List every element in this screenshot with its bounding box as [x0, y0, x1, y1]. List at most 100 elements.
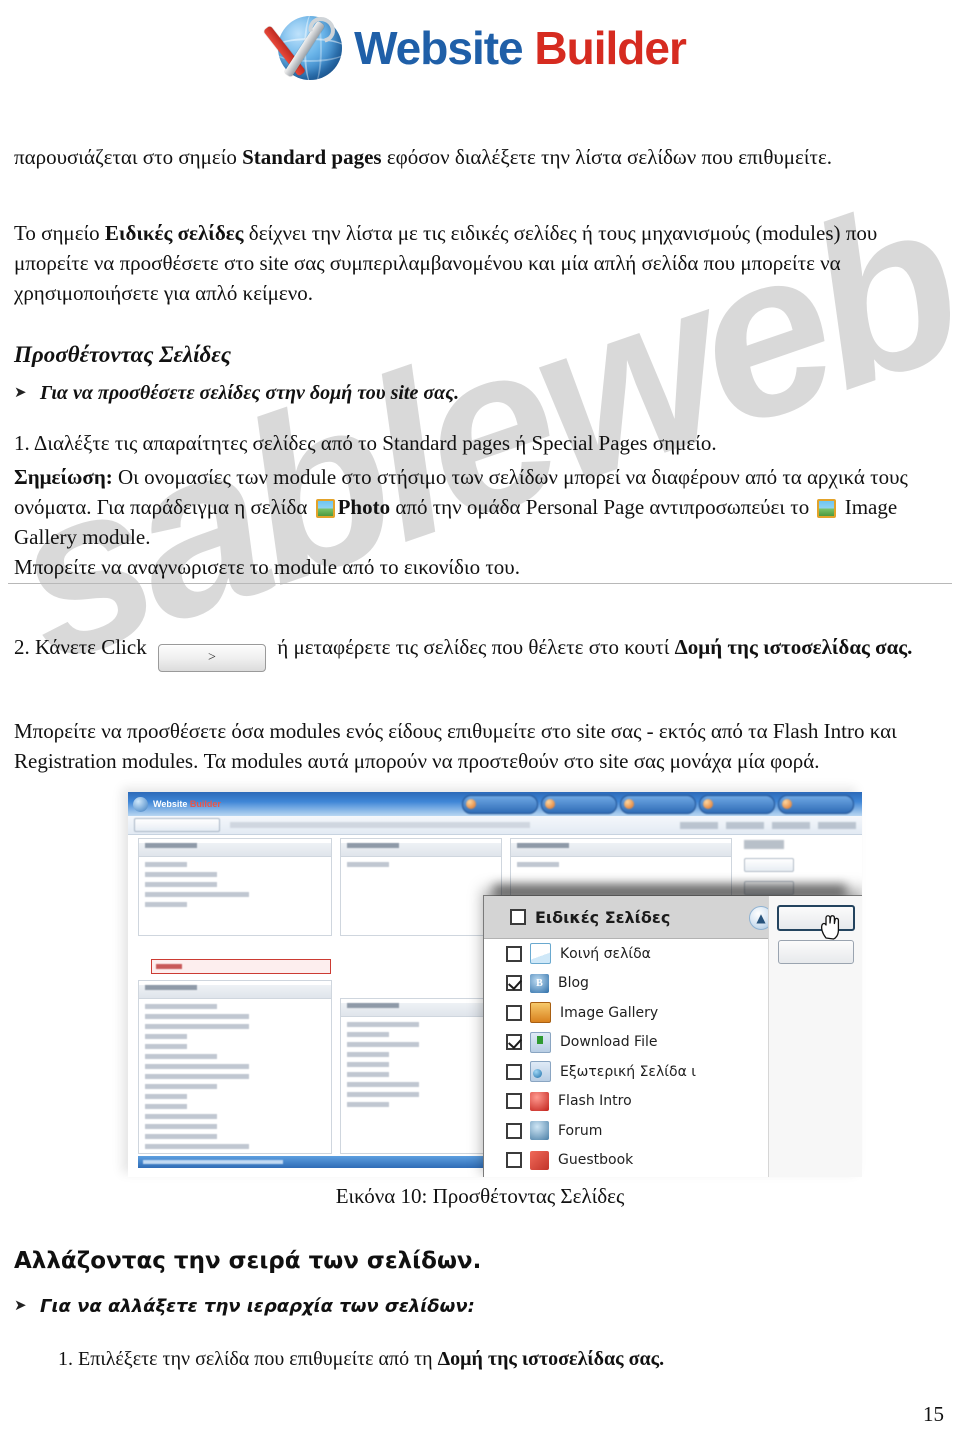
panel-row — [145, 1074, 249, 1079]
checkbox-blog[interactable] — [506, 975, 522, 992]
highlighted-page-row[interactable] — [151, 959, 331, 974]
app-toolbar-button[interactable] — [134, 818, 220, 832]
screenshot-inner: Website Builder Ειδικές Σελίδες ▲ Κοινή … — [128, 792, 862, 1177]
app-tab-5[interactable] — [778, 794, 854, 814]
panel-select-2[interactable] — [145, 1094, 187, 1099]
panel-row — [145, 1014, 249, 1019]
panel-row[interactable] — [347, 1052, 389, 1057]
app-tab-3[interactable] — [620, 794, 696, 814]
side-buttons-label — [744, 840, 784, 849]
app-title-bar: Website Builder — [128, 792, 862, 816]
logo-header: Website Builder — [0, 0, 960, 95]
panel-row[interactable] — [347, 1082, 419, 1087]
special-bold-label: Ειδικές σελίδες — [104, 221, 244, 245]
app-tab-4[interactable] — [699, 794, 775, 814]
popup-side-buttons — [768, 896, 862, 1177]
checkbox-koini-selida[interactable] — [506, 945, 522, 962]
ordered-step-1-bold: Δομή της ιστοσελίδας σας. — [437, 1348, 665, 1370]
side-button-move-right[interactable] — [744, 858, 794, 872]
app-toolbar — [128, 816, 862, 835]
note-paragraph: Σημείωση: Οι ονομασίες των module στο στ… — [14, 462, 946, 582]
intro-bold-standard-pages: Standard pages — [242, 145, 382, 169]
panel-row[interactable] — [145, 902, 187, 907]
external-page-icon — [530, 1061, 551, 1083]
download-file-icon — [530, 1031, 551, 1053]
panel-row — [145, 1114, 217, 1119]
panel-select[interactable] — [145, 1044, 187, 1049]
panel-page-kits — [138, 838, 332, 974]
app-tab-1[interactable] — [462, 794, 538, 814]
checkbox-external-page[interactable] — [506, 1063, 522, 1080]
panel-row[interactable] — [347, 862, 389, 867]
ordered-step-1: 1. Επιλέξετε την σελίδα που επιθυμείτε α… — [58, 1348, 948, 1371]
note-text-2: από την ομάδα Personal Page αντιπροσωπεύ… — [390, 495, 815, 519]
app-status-bar — [138, 1156, 498, 1168]
bullet-change-hierarchy-label: Για να αλλάξετε την ιεραρχία των σελίδων… — [40, 1296, 475, 1317]
panel-row — [145, 1104, 187, 1109]
panel-standard-pages — [340, 838, 502, 936]
panel-row — [145, 1034, 187, 1039]
app-toolbar-action-2[interactable] — [726, 821, 764, 829]
app-tab-strip — [462, 794, 854, 814]
forum-icon — [530, 1121, 549, 1141]
note-bold-photo: Photo — [337, 495, 391, 519]
figure-application-screenshot: Website Builder Ειδικές Σελίδες ▲ Κοινή … — [128, 792, 862, 1177]
panel-special-pages-header — [341, 1003, 501, 1017]
app-tab-2[interactable] — [541, 794, 617, 814]
popup-header-checkbox[interactable] — [510, 909, 526, 925]
website-builder-logo: Website Builder — [263, 12, 687, 84]
panel-row[interactable] — [145, 862, 187, 867]
popup-remove-button[interactable] — [778, 940, 854, 964]
app-toolbar-action-3[interactable] — [772, 821, 810, 829]
app-title-website: Website — [153, 799, 188, 809]
panel-row[interactable] — [347, 1072, 389, 1077]
panel-row[interactable] — [145, 882, 217, 887]
app-toolbar-action-4[interactable] — [818, 821, 856, 829]
panel-row[interactable] — [347, 1022, 419, 1027]
document-page: Website Builder παρουσιάζεται στο σημείο… — [0, 0, 960, 1448]
popup-title: Ειδικές Σελίδες — [535, 907, 671, 927]
image-gallery-icon — [530, 1002, 551, 1024]
heading-adding-pages: Προσθέτοντας Σελίδες — [14, 342, 231, 367]
panel-row — [145, 1124, 217, 1129]
flash-intro-icon — [530, 1091, 549, 1111]
panel-row[interactable] — [347, 1102, 389, 1107]
panel-row[interactable] — [145, 872, 217, 877]
step-2-text-prefix: 2. Κάνετε Click — [14, 635, 152, 659]
checkbox-forum[interactable] — [506, 1122, 522, 1139]
note-label: Σημείωση: — [14, 465, 113, 489]
popup-add-button[interactable] — [777, 905, 855, 931]
list-item-label: Guestbook — [558, 1152, 634, 1169]
checkbox-flash-intro[interactable] — [506, 1093, 522, 1110]
logo-word-builder: Builder — [534, 21, 686, 74]
intro-paragraph: παρουσιάζεται στο σημείο Standard pages … — [14, 142, 946, 172]
panel-row[interactable] — [347, 1042, 419, 1047]
list-item-label: Κοινή σελίδα — [560, 945, 651, 962]
list-item-label: Εξωτερική Σελίδα ι — [560, 1063, 696, 1080]
panel-row[interactable] — [347, 1032, 389, 1037]
guestbook-icon — [530, 1150, 549, 1170]
step-2-paragraph: 2. Κάνετε Click > ή μεταφέρετε τις σελίδ… — [14, 632, 946, 672]
globe-wrench-screwdriver-icon — [263, 12, 346, 84]
list-item-label: Flash Intro — [558, 1093, 632, 1110]
intro-text-after: εφόσον διαλέξετε την λίστα σελίδων που ε… — [381, 145, 833, 169]
panel-row[interactable] — [347, 1062, 389, 1067]
move-right-button[interactable]: > — [157, 644, 266, 672]
bullet-add-pages-label: Για να προσθέσετε σελίδες στην δομή του … — [40, 382, 460, 404]
panel-row[interactable] — [145, 892, 249, 897]
checkbox-guestbook[interactable] — [506, 1152, 522, 1169]
bullet-add-pages: ➤ Για να προσθέσετε σελίδες στην δομή του… — [14, 382, 946, 405]
step-2-text-middle: ή μεταφέρετε τις σελίδες που θέλετε στο … — [271, 635, 675, 659]
modules-paragraph: Μπορείτε να προσθέσετε όσα modules ενός … — [14, 719, 897, 773]
app-toolbar-action-1[interactable] — [680, 821, 718, 829]
panel-row[interactable] — [517, 862, 559, 867]
panel-special-pages — [340, 998, 502, 1154]
ordered-step-1-text: 1. Επιλέξετε την σελίδα που επιθυμείτε α… — [58, 1348, 438, 1370]
panel-row — [145, 1134, 217, 1139]
panel-row[interactable] — [347, 1092, 419, 1097]
checkbox-image-gallery[interactable] — [506, 1004, 522, 1021]
page-number: 15 — [923, 1402, 944, 1426]
special-text-before: Το σημείο — [14, 221, 105, 245]
checkbox-download-file[interactable] — [506, 1034, 522, 1051]
app-title: Website Builder — [153, 799, 221, 809]
